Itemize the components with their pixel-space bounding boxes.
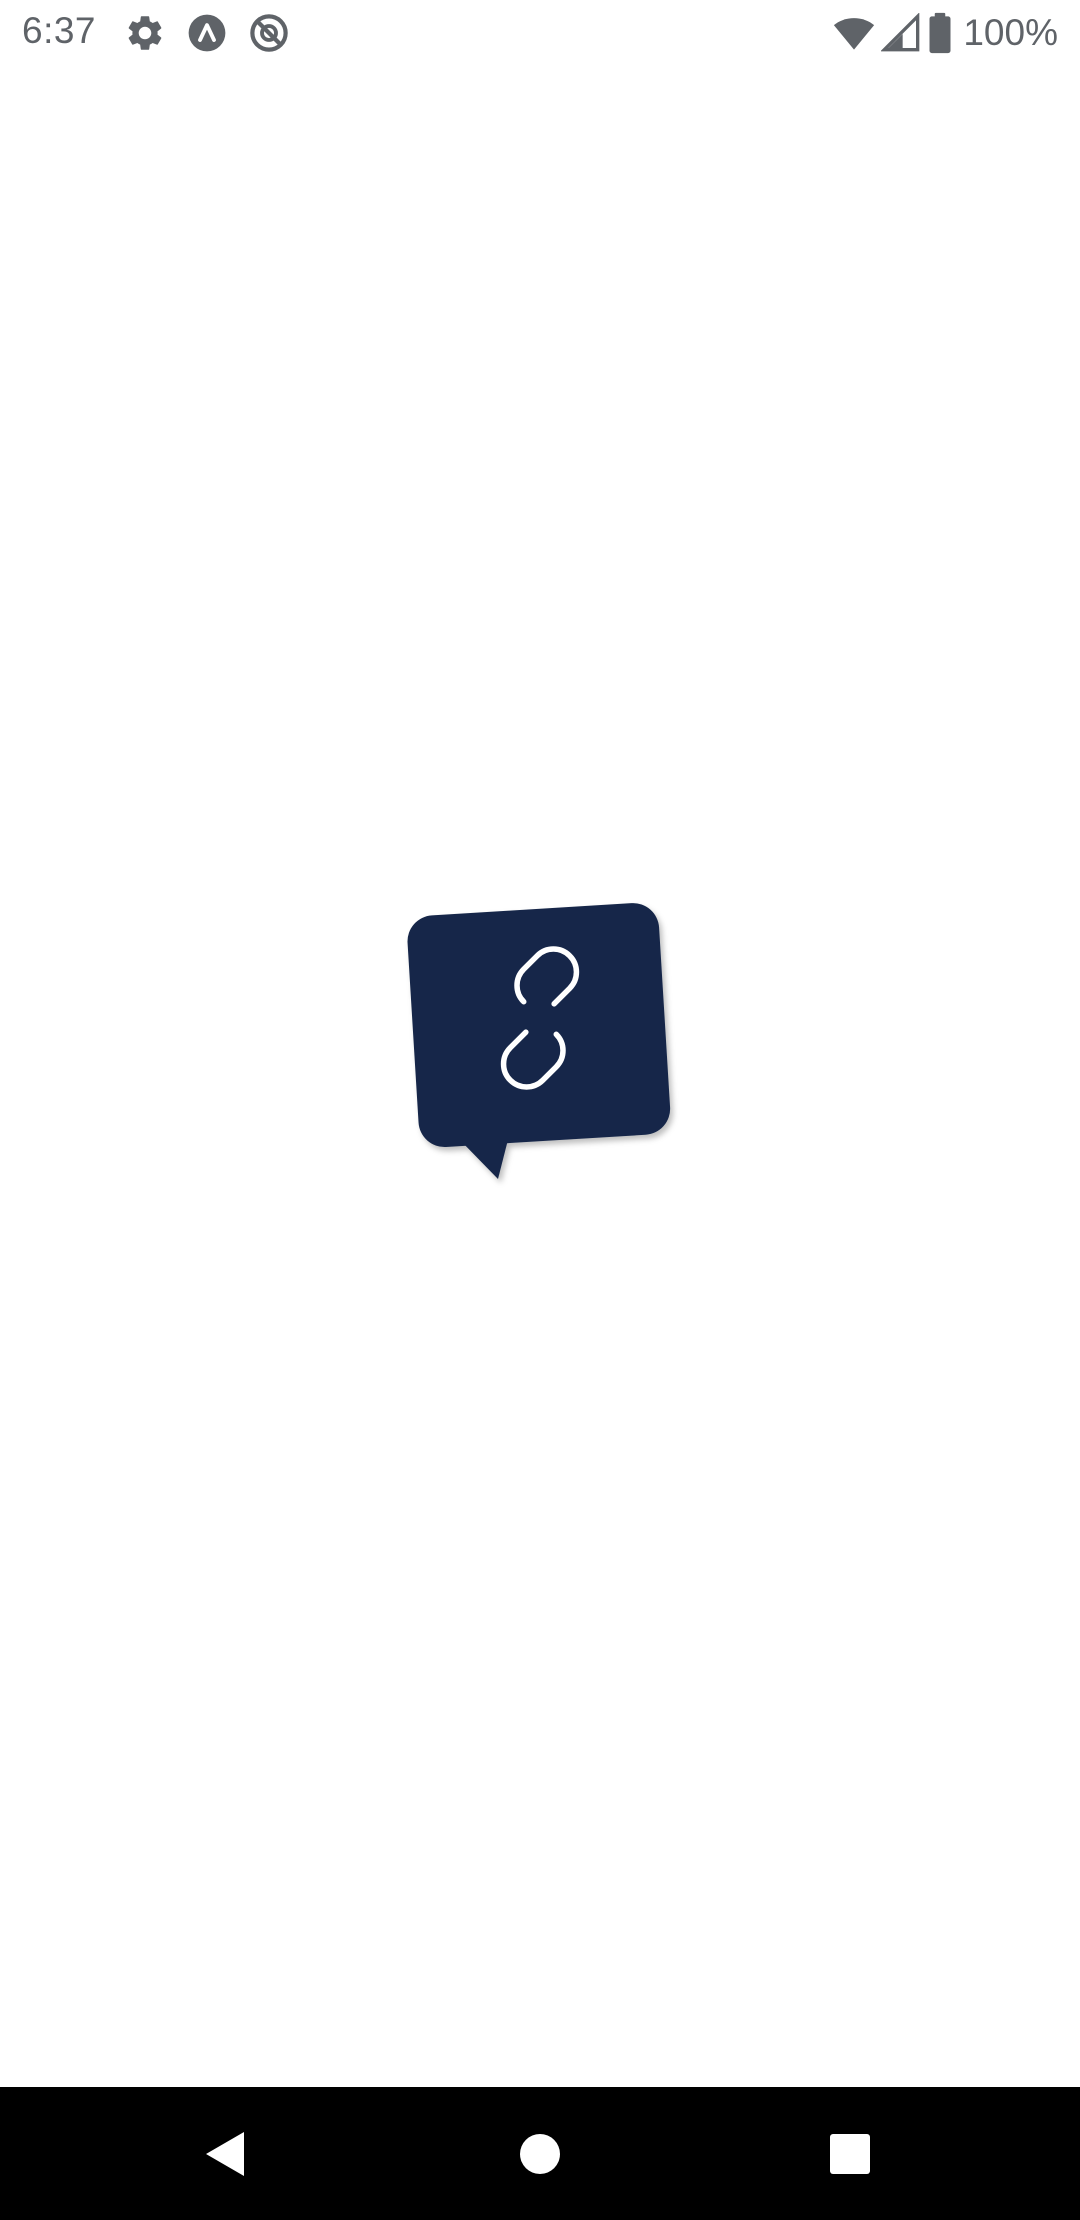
settings-icon (128, 16, 162, 50)
back-icon (206, 2131, 244, 2176)
back-button[interactable] (146, 2087, 306, 2220)
wifi-icon (834, 18, 875, 50)
notification-icons (124, 12, 290, 54)
app-logo-icon (188, 14, 226, 52)
splash-screen: 6:37 100% (0, 0, 1080, 2220)
do-not-disturb-icon (250, 14, 288, 52)
home-button[interactable] (460, 2087, 620, 2220)
navigation-bar (0, 2087, 1080, 2220)
cellular-signal-icon (881, 13, 920, 52)
battery-icon (929, 12, 951, 54)
status-time: 6:37 (22, 10, 97, 51)
link-chat-bubble-icon (407, 903, 671, 1179)
system-status-icons: 100% (833, 10, 1058, 56)
battery-percentage: 100% (963, 12, 1058, 53)
recents-icon (830, 2133, 870, 2174)
status-bar: 6:37 100% (0, 0, 1080, 66)
home-icon (520, 2133, 560, 2174)
recents-button[interactable] (770, 2087, 930, 2220)
